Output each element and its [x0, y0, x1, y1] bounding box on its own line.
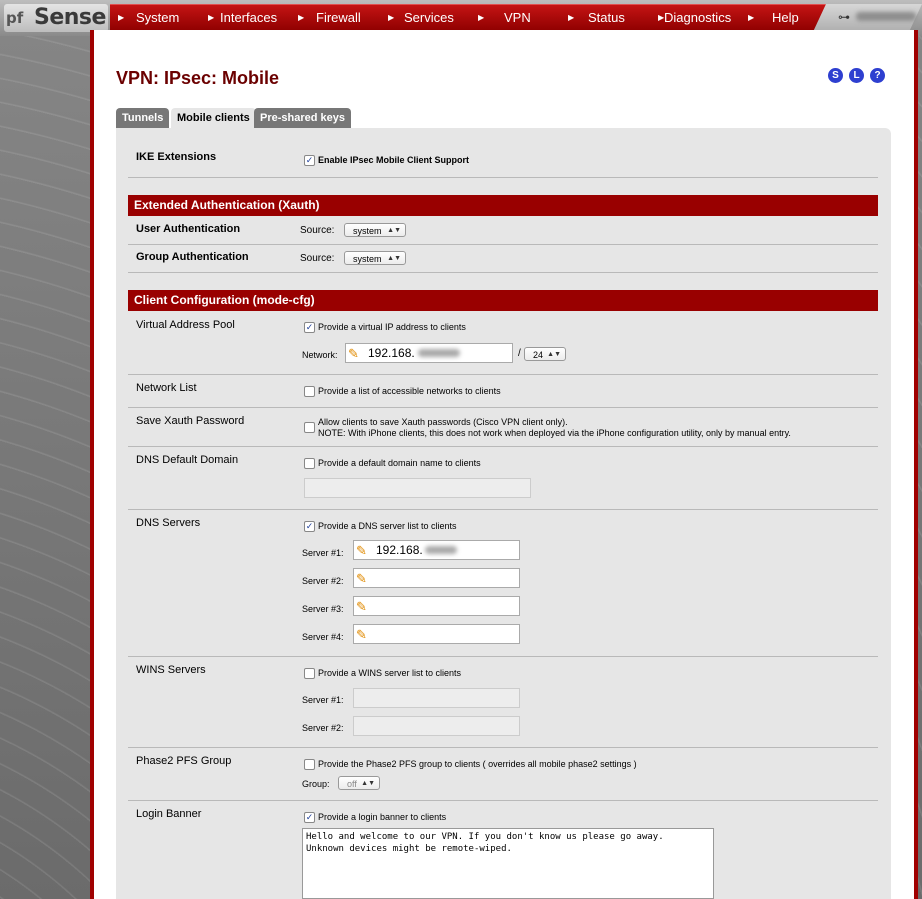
- network-icon: ⊶: [838, 10, 850, 24]
- triangle-right-icon: ▶: [748, 13, 755, 22]
- stepper-arrows-icon: ▲▼: [361, 780, 375, 787]
- vap-label: Virtual Address Pool: [136, 319, 235, 331]
- pfs-group-label: Phase2 PFS Group: [136, 755, 232, 767]
- dns-server-3-label: Server #3:: [302, 604, 344, 614]
- pencil-icon: ✎: [356, 543, 367, 558]
- dns-servers-checkbox[interactable]: ✓: [304, 521, 315, 532]
- pencil-icon: ✎: [348, 346, 359, 361]
- logo-prefix: pf: [6, 9, 24, 27]
- divider: [128, 244, 878, 245]
- triangle-right-icon: ▶: [388, 13, 395, 22]
- main-menu: ▶ System ▶ Interfaces ▶ Firewall ▶ Services …: [110, 4, 832, 31]
- network-label: Network:: [302, 350, 338, 360]
- vap-checkbox[interactable]: ✓: [304, 322, 315, 333]
- divider: [128, 446, 878, 447]
- pfs-checkbox-label: Provide the Phase2 PFS group to clients …: [318, 759, 637, 769]
- save-xauth-checkbox[interactable]: [304, 422, 315, 433]
- user-source-select[interactable]: system ▲▼: [344, 223, 406, 237]
- dns-server-2-input[interactable]: ✎: [353, 568, 520, 588]
- log-icon[interactable]: L: [849, 68, 864, 83]
- dns-server-3-input[interactable]: ✎: [353, 596, 520, 616]
- pfs-group-select[interactable]: off ▲▼: [338, 776, 380, 790]
- wins-servers-label: WINS Servers: [136, 664, 206, 676]
- status-icon[interactable]: S: [828, 68, 843, 83]
- save-xauth-label: Save Xauth Password: [136, 415, 245, 427]
- dns-server-1-label: Server #1:: [302, 548, 344, 558]
- group-source-label: Source:: [300, 253, 335, 264]
- network-list-label: Network List: [136, 382, 197, 394]
- login-banner-textarea[interactable]: Hello and welcome to our VPN. If you don…: [302, 828, 714, 899]
- network-list-checkbox[interactable]: [304, 386, 315, 397]
- tab-mobile-clients[interactable]: Mobile clients: [171, 108, 256, 129]
- user-source-label: Source:: [300, 225, 335, 236]
- save-xauth-checkbox-label: Allow clients to save Xauth passwords (C…: [318, 417, 568, 427]
- wins-checkbox[interactable]: [304, 668, 315, 679]
- tab-pre-shared-keys[interactable]: Pre-shared keys: [254, 108, 351, 129]
- divider: [128, 800, 878, 801]
- triangle-right-icon: ▶: [118, 13, 125, 22]
- divider: [128, 374, 878, 375]
- triangle-right-icon: ▶: [478, 13, 485, 22]
- wins-server-2-input[interactable]: [353, 716, 520, 736]
- divider: [128, 747, 878, 748]
- logo-text: Sense: [34, 5, 106, 30]
- dns-server-2-label: Server #2:: [302, 576, 344, 586]
- dns-domain-checkbox[interactable]: [304, 458, 315, 469]
- wins-checkbox-label: Provide a WINS server list to clients: [318, 668, 462, 678]
- ike-enable-checkbox[interactable]: ✓: [304, 155, 315, 166]
- wins-server-2-label: Server #2:: [302, 723, 344, 733]
- dns-domain-label: DNS Default Domain: [136, 454, 239, 466]
- user-auth-label: User Authentication: [136, 223, 241, 235]
- stepper-arrows-icon: ▲▼: [547, 351, 561, 358]
- divider: [128, 656, 878, 657]
- login-banner-checkbox[interactable]: ✓: [304, 812, 315, 823]
- redacted-value: [418, 349, 460, 357]
- pfs-group-select-label: Group:: [302, 779, 330, 789]
- dns-domain-input[interactable]: [304, 478, 531, 498]
- divider: [128, 407, 878, 408]
- network-list-checkbox-label: Provide a list of accessible networks to…: [318, 386, 501, 396]
- xauth-header: Extended Authentication (Xauth): [128, 195, 878, 216]
- ike-extensions-label: IKE Extensions: [136, 151, 217, 163]
- login-banner-label: Login Banner: [136, 808, 202, 820]
- stepper-arrows-icon: ▲▼: [387, 255, 401, 262]
- group-source-select[interactable]: system ▲▼: [344, 251, 406, 265]
- modecfg-header: Client Configuration (mode-cfg): [128, 290, 878, 311]
- divider: [128, 272, 878, 273]
- ike-enable-label: Enable IPsec Mobile Client Support: [318, 155, 470, 165]
- triangle-right-icon: ▶: [298, 13, 305, 22]
- network-mask-select[interactable]: 24 ▲▼: [524, 347, 566, 361]
- page-title: VPN: IPsec: Mobile: [116, 68, 280, 88]
- divider: [128, 509, 878, 510]
- wins-server-1-input[interactable]: [353, 688, 520, 708]
- dns-domain-checkbox-label: Provide a default domain name to clients: [318, 458, 481, 468]
- triangle-right-icon: ▶: [208, 13, 215, 22]
- wins-server-1-label: Server #1:: [302, 695, 344, 705]
- vap-checkbox-label: Provide a virtual IP address to clients: [318, 322, 466, 332]
- pfs-checkbox[interactable]: [304, 759, 315, 770]
- stepper-arrows-icon: ▲▼: [387, 227, 401, 234]
- pfsense-logo[interactable]: pf Sense: [4, 4, 108, 32]
- dns-servers-checkbox-label: Provide a DNS server list to clients: [318, 521, 457, 531]
- save-xauth-note: NOTE: With iPhone clients, this does not…: [318, 428, 791, 438]
- dns-servers-label: DNS Servers: [136, 517, 201, 529]
- dns-server-4-label: Server #4:: [302, 632, 344, 642]
- dns-server-4-input[interactable]: ✎: [353, 624, 520, 644]
- pencil-icon: ✎: [356, 627, 367, 642]
- divider: [128, 177, 878, 178]
- slash-separator: /: [518, 348, 521, 359]
- triangle-right-icon: ▶: [568, 13, 575, 22]
- hostname-redacted: [856, 12, 916, 21]
- redacted-value: [425, 546, 457, 554]
- help-icon[interactable]: ?: [870, 68, 885, 83]
- tab-tunnels[interactable]: Tunnels: [116, 108, 170, 129]
- pencil-icon: ✎: [356, 571, 367, 586]
- pencil-icon: ✎: [356, 599, 367, 614]
- group-auth-label: Group Authentication: [136, 251, 249, 263]
- login-banner-checkbox-label: Provide a login banner to clients: [318, 812, 447, 822]
